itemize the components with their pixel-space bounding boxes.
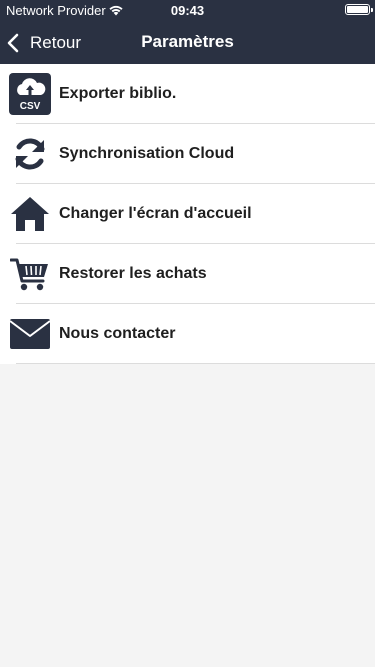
battery-icon (345, 4, 373, 15)
settings-item-restore-purchases[interactable]: Restorer les achats (0, 244, 375, 304)
settings-item-label: Exporter biblio. (59, 85, 177, 102)
settings-item-home-screen[interactable]: Changer l'écran d'accueil (0, 184, 375, 244)
envelope-icon (9, 313, 51, 355)
settings-item-label: Synchronisation Cloud (59, 145, 235, 162)
navigation-bar: Network Provider 09:43 Retour Paramètres (0, 0, 375, 64)
settings-item-contact[interactable]: Nous contacter (0, 304, 375, 364)
cart-icon (9, 253, 51, 295)
status-bar: Network Provider 09:43 (0, 0, 375, 20)
settings-item-label: Nous contacter (59, 325, 176, 342)
page-title: Paramètres (141, 32, 234, 51)
settings-list: CSV Exporter biblio. Synchronisation Clo… (0, 64, 375, 364)
status-time: 09:43 (170, 3, 205, 18)
settings-item-cloud-sync[interactable]: Synchronisation Cloud (0, 124, 375, 184)
settings-item-label: Restorer les achats (59, 265, 207, 282)
csv-export-icon: CSV (9, 73, 51, 115)
settings-item-label: Changer l'écran d'accueil (59, 205, 252, 222)
settings-item-export[interactable]: CSV Exporter biblio. (0, 64, 375, 124)
sync-icon (9, 133, 51, 175)
svg-text:CSV: CSV (20, 101, 41, 112)
home-icon (9, 193, 51, 235)
separator (16, 363, 375, 364)
